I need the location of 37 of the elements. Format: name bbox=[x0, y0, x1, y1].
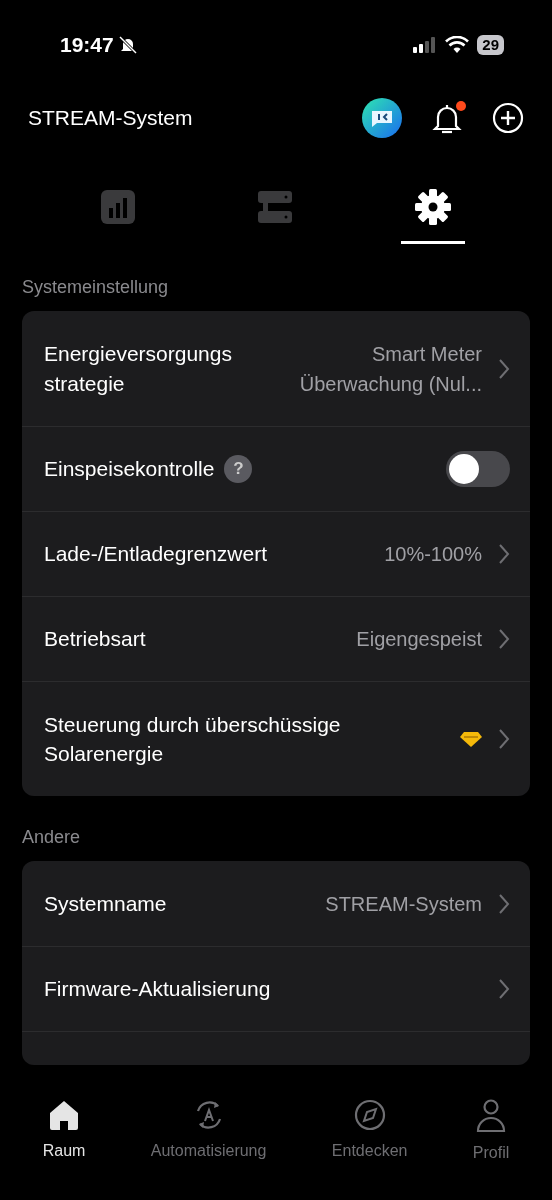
person-icon bbox=[475, 1099, 508, 1133]
settings-row[interactable]: Energieversorgungs strategie Smart Meter Überwachung (Nul... bbox=[22, 311, 530, 426]
help-icon[interactable]: ? bbox=[224, 455, 253, 483]
chevron-right-icon bbox=[498, 357, 510, 380]
chevron-right-icon bbox=[498, 978, 510, 1000]
battery-indicator: 29 bbox=[477, 35, 504, 55]
nav-tab[interactable]: Raum bbox=[38, 1099, 90, 1200]
settings-row[interactable]: Lade-/Entladegrenzwert 10%-100% bbox=[22, 511, 530, 596]
nav-tab[interactable]: Automatisierung bbox=[146, 1099, 271, 1200]
settings-row[interactable]: Betriebsart Eigengespeist bbox=[22, 596, 530, 681]
home-icon bbox=[48, 1099, 81, 1131]
chevron-right-icon bbox=[498, 892, 510, 915]
page-title: STREAM-System bbox=[28, 105, 193, 132]
signal-icon bbox=[413, 37, 438, 53]
setting-label: Einspeisekontrolle bbox=[44, 456, 215, 483]
nav-tab[interactable]: Entdecken bbox=[327, 1099, 412, 1200]
settings-row[interactable]: Systemname STREAM-System bbox=[22, 861, 530, 946]
chevron-right-icon bbox=[498, 543, 510, 565]
status-time: 19:47 bbox=[60, 32, 114, 59]
chat-assistant-icon[interactable] bbox=[362, 98, 402, 138]
diamond-icon bbox=[460, 731, 482, 747]
toggle-switch[interactable] bbox=[446, 451, 510, 487]
nav-tab[interactable]: Profil bbox=[468, 1099, 514, 1200]
settings-row[interactable]: Firmware-Aktualisierung bbox=[22, 946, 530, 1031]
section-title: Andere bbox=[21, 826, 82, 849]
notification-bell-icon[interactable] bbox=[432, 102, 462, 134]
wifi-icon bbox=[445, 36, 470, 54]
section-title: Systemeinstellung bbox=[21, 276, 170, 299]
add-icon[interactable] bbox=[492, 102, 524, 134]
chart-tab-icon bbox=[101, 189, 136, 224]
compass-icon bbox=[353, 1099, 386, 1131]
chevron-right-icon bbox=[498, 628, 510, 650]
settings-tab-icon bbox=[414, 188, 451, 225]
muted-bell-icon bbox=[117, 35, 138, 55]
server-tab-icon bbox=[258, 189, 292, 224]
settings-row[interactable]: Steuerung durch überschüssige Solarenergie bbox=[22, 681, 530, 796]
chevron-right-icon bbox=[498, 728, 510, 750]
